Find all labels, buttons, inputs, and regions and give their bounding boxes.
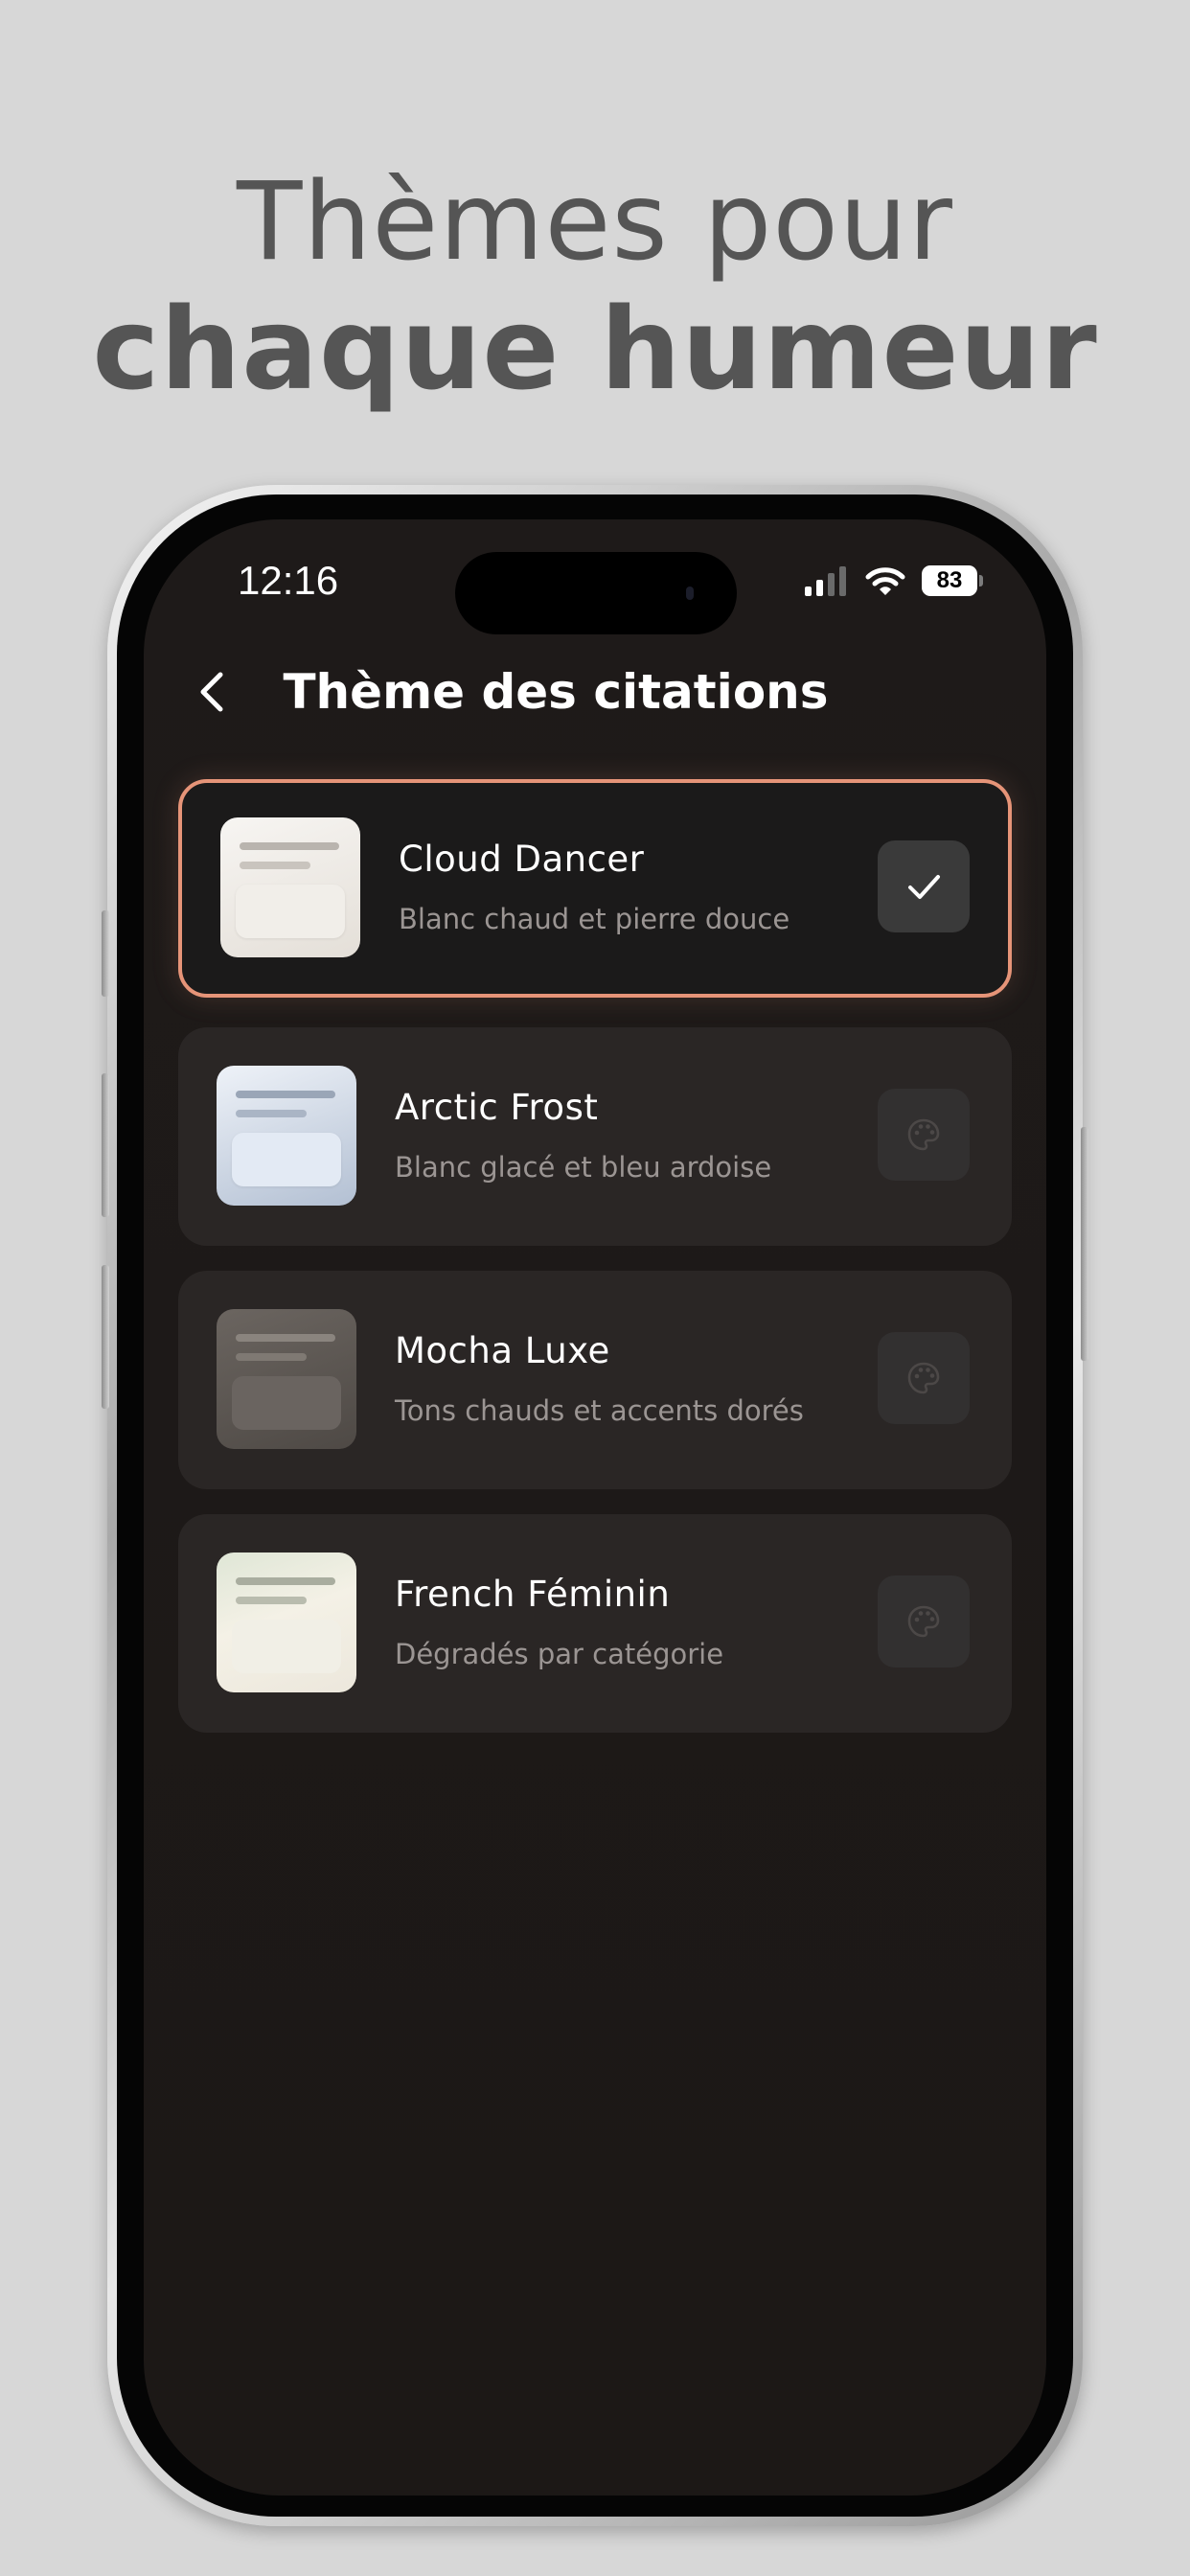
theme-description: Dégradés par catégorie [395,1638,724,1670]
battery-cap [979,575,983,586]
theme-description: Blanc chaud et pierre douce [399,903,790,935]
palette-icon [907,1605,940,1638]
theme-preview-thumbnail [217,1066,356,1206]
theme-preview-thumbnail [217,1552,356,1692]
phone-power-button [1081,1127,1088,1361]
cellular-signal-icon [805,565,849,596]
palette-icon [907,1118,940,1151]
battery-indicator: 83 [922,565,977,596]
promo-heading-line2: chaque humeur [92,283,1098,415]
theme-name: French Féminin [395,1574,671,1615]
theme-card-mocha-luxe[interactable]: Mocha Luxe Tons chauds et accents dorés [178,1271,1012,1489]
phone-volume-up-button [102,1073,109,1217]
status-time: 12:16 [238,558,339,603]
theme-customize-button[interactable] [878,1332,970,1424]
theme-description: Blanc glacé et bleu ardoise [395,1151,772,1184]
phone-action-button [102,910,109,997]
theme-name: Cloud Dancer [399,839,645,880]
checkmark-icon [908,875,940,899]
chevron-left-icon [200,672,223,712]
wifi-icon [865,567,905,595]
promo-heading-line1: Thèmes pour [237,160,953,285]
back-button[interactable] [188,661,245,723]
phone-screen: 12:16 83 Thème des citations Cloud Dance… [144,519,1046,2496]
phone-volume-down-button [102,1265,109,1409]
camera-dot [686,586,694,600]
theme-selected-indicator[interactable] [878,840,970,932]
theme-card-french-feminin[interactable]: French Féminin Dégradés par catégorie [178,1514,1012,1733]
theme-preview-thumbnail [217,1309,356,1449]
theme-name: Arctic Frost [395,1087,599,1128]
palette-icon [907,1362,940,1394]
page-title: Thème des citations [283,664,829,720]
theme-customize-button[interactable] [878,1576,970,1668]
theme-card-arctic-frost[interactable]: Arctic Frost Blanc glacé et bleu ardoise [178,1027,1012,1246]
theme-customize-button[interactable] [878,1089,970,1181]
theme-name: Mocha Luxe [395,1330,610,1371]
theme-card-cloud-dancer[interactable]: Cloud Dancer Blanc chaud et pierre douce [178,779,1012,998]
theme-preview-thumbnail [220,817,360,957]
dynamic-island [455,552,737,634]
theme-description: Tons chauds et accents dorés [395,1394,804,1427]
